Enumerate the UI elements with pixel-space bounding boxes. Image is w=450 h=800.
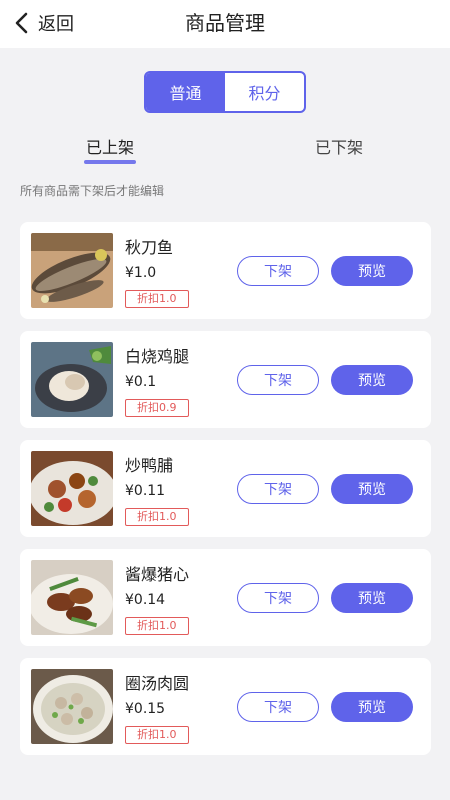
product-price: ¥0.15	[125, 701, 166, 717]
product-name: 白烧鸡腿	[125, 347, 190, 366]
delist-button[interactable]: 下架	[237, 256, 319, 286]
product-card: 炒鸭脯 ¥0.11 折扣1.0 下架 预览	[20, 440, 431, 537]
preview-button[interactable]: 预览	[331, 256, 413, 286]
delist-button[interactable]: 下架	[237, 365, 319, 395]
product-image-stir-fried-duck	[31, 451, 113, 526]
product-price: ¥0.1	[125, 374, 157, 390]
product-list: 秋刀鱼 ¥1.0 折扣1.0 下架 预览 白烧鸡腿 ¥0.1 折扣0.9 下架 …	[20, 222, 431, 767]
segment-normal[interactable]: 普通	[146, 73, 225, 111]
product-price: ¥1.0	[125, 265, 157, 281]
product-image-grilled-fish	[31, 233, 113, 308]
product-image-braised-pork-heart	[31, 560, 113, 635]
discount-badge: 折扣1.0	[125, 617, 189, 635]
delist-button[interactable]: 下架	[237, 692, 319, 722]
product-card: 白烧鸡腿 ¥0.1 折扣0.9 下架 预览	[20, 331, 431, 428]
product-name: 酱爆猪心	[125, 565, 190, 584]
tab-listed-label: 已上架	[86, 138, 135, 157]
discount-badge: 折扣1.0	[125, 726, 189, 744]
edit-hint: 所有商品需下架后才能编辑	[20, 184, 165, 198]
discount-badge: 折扣1.0	[125, 290, 189, 308]
product-card: 秋刀鱼 ¥1.0 折扣1.0 下架 预览	[20, 222, 431, 319]
delist-button[interactable]: 下架	[237, 583, 319, 613]
preview-button[interactable]: 预览	[331, 583, 413, 613]
product-price: ¥0.11	[125, 483, 166, 499]
discount-badge: 折扣0.9	[125, 399, 189, 417]
preview-button[interactable]: 预览	[331, 474, 413, 504]
discount-badge: 折扣1.0	[125, 508, 189, 526]
preview-button[interactable]: 预览	[331, 692, 413, 722]
product-image-meatball-soup	[31, 669, 113, 744]
product-card: 圈汤肉圆 ¥0.15 折扣1.0 下架 预览	[20, 658, 431, 755]
header-bar: 返回 商品管理	[0, 0, 450, 48]
status-tabs: 已上架 已下架	[0, 136, 450, 166]
product-image-chicken-leg-plate	[31, 342, 113, 417]
product-card: 酱爆猪心 ¥0.14 折扣1.0 下架 预览	[20, 549, 431, 646]
page-title: 商品管理	[185, 11, 265, 35]
delist-button[interactable]: 下架	[237, 474, 319, 504]
product-name: 秋刀鱼	[125, 238, 174, 257]
product-name: 炒鸭脯	[125, 456, 174, 475]
product-name: 圈汤肉圆	[125, 674, 190, 693]
tab-listed[interactable]: 已上架	[84, 136, 137, 164]
product-price: ¥0.14	[125, 592, 166, 608]
segment-points[interactable]: 积分	[225, 73, 304, 111]
tab-delisted[interactable]: 已下架	[315, 136, 363, 160]
product-type-toggle: 普通 积分	[144, 71, 306, 113]
active-tab-indicator	[84, 160, 137, 164]
preview-button[interactable]: 预览	[331, 365, 413, 395]
